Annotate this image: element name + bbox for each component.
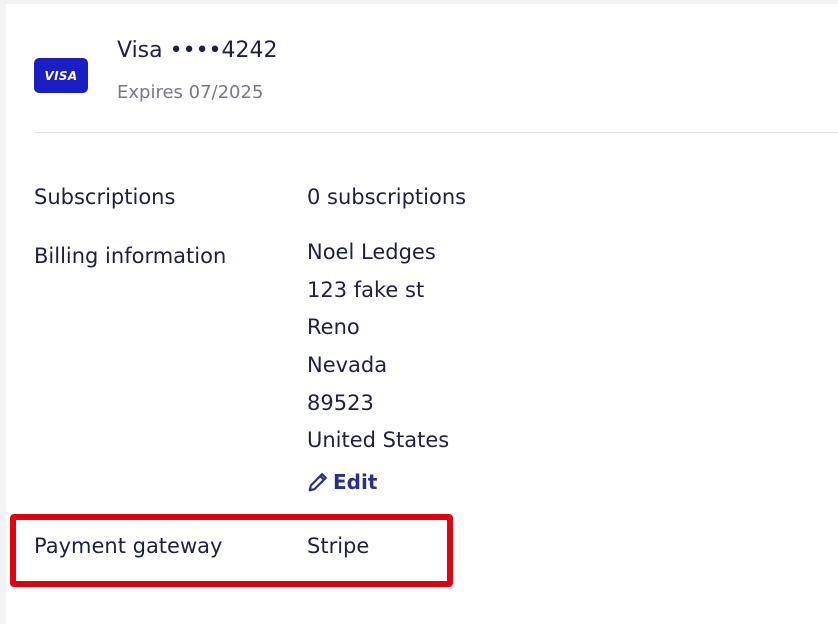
billing-information-label: Billing information bbox=[34, 244, 227, 268]
highlight-annotation bbox=[10, 514, 453, 587]
billing-street: 123 fake st bbox=[307, 277, 425, 302]
card-title: Visa ••••4242 bbox=[117, 38, 278, 63]
visa-logo-icon: VISA bbox=[34, 58, 88, 93]
pencil-icon bbox=[308, 473, 327, 492]
billing-state: Nevada bbox=[307, 353, 388, 378]
subscriptions-label: Subscriptions bbox=[34, 185, 176, 209]
divider bbox=[34, 132, 838, 133]
billing-country: United States bbox=[307, 428, 450, 453]
billing-address: Noel Ledges 123 fake st Reno Nevada 8952… bbox=[307, 234, 449, 460]
card-expiry: Expires 07/2025 bbox=[117, 82, 264, 103]
edit-label: Edit bbox=[333, 470, 378, 494]
subscriptions-value: 0 subscriptions bbox=[307, 185, 467, 209]
card-summary: VISA Visa ••••4242 Expires 07/2025 bbox=[34, 34, 838, 134]
billing-zip: 89523 bbox=[307, 390, 374, 415]
billing-city: Reno bbox=[307, 315, 360, 340]
billing-name: Noel Ledges bbox=[307, 240, 436, 264]
edit-billing-link[interactable]: Edit bbox=[307, 470, 377, 494]
